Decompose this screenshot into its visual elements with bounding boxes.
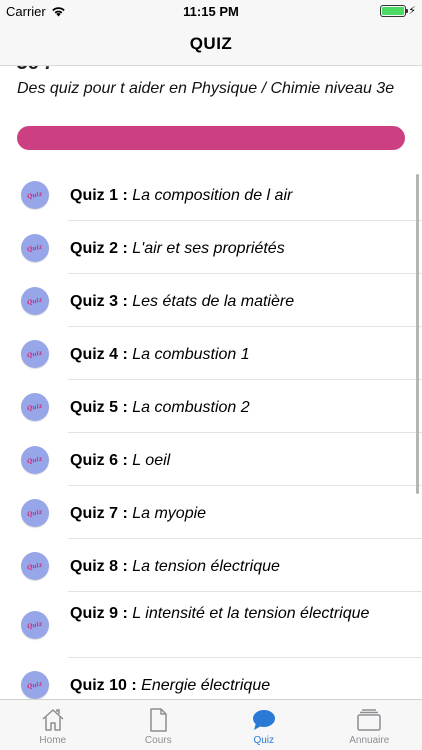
quiz-badge-icon: Quiz — [21, 671, 49, 699]
badge-label: Quiz — [26, 189, 44, 201]
quiz-number: Quiz 7 : — [70, 505, 128, 522]
quiz-badge-icon: Quiz — [21, 611, 49, 639]
tab-label: Quiz — [253, 735, 275, 746]
badge-label: Quiz — [26, 242, 44, 254]
quiz-number: Quiz 5 : — [70, 399, 128, 416]
tab-label: Home — [39, 735, 67, 746]
home-icon — [42, 709, 64, 731]
page-title: QUIZ — [189, 33, 233, 53]
quiz-row-1[interactable]: Quiz Quiz 1 : La composition de l air — [0, 168, 422, 221]
quiz-row-2[interactable]: Quiz Quiz 2 : L'air et ses propriétés — [0, 221, 422, 274]
quiz-number: Quiz 9 : — [70, 605, 128, 622]
quiz-title: Les états de la matière — [132, 293, 295, 310]
quiz-badge-icon: Quiz — [21, 499, 49, 527]
quiz-row-text: Quiz 7 : La myopie — [70, 503, 410, 524]
quiz-row-text: Quiz 10 : Energie électrique — [70, 675, 410, 696]
navigation-bar: QUIZ — [0, 22, 422, 66]
scroll-indicator[interactable] — [416, 174, 419, 494]
quiz-title: La combustion 1 — [132, 346, 250, 363]
status-time: 11:15 PM — [183, 4, 239, 19]
quiz-row-text: Quiz 2 : L'air et ses propriétés — [70, 238, 410, 259]
chat-bubble-icon — [252, 710, 275, 730]
quiz-title: Energie électrique — [141, 677, 271, 694]
quiz-badge-icon: Quiz — [21, 234, 49, 262]
quiz-row-text: Quiz 3 : Les états de la matière — [70, 291, 410, 312]
status-bar: Carrier 11:15 PM ⚡ — [0, 0, 422, 22]
badge-label: Quiz — [26, 619, 44, 631]
tab-cours[interactable]: Cours — [106, 700, 212, 750]
badge-label: Quiz — [26, 348, 44, 360]
quiz-row-text: Quiz 6 : L oeil — [70, 450, 410, 471]
document-icon — [150, 708, 167, 732]
badge-label: Quiz — [26, 401, 44, 413]
stack-icon — [357, 709, 381, 731]
quiz-title: La myopie — [132, 505, 207, 522]
badge-label: Quiz — [26, 507, 44, 519]
quiz-row-3[interactable]: Quiz Quiz 3 : Les états de la matière — [0, 274, 422, 327]
tab-label: Cours — [144, 735, 172, 746]
section-title: 3e : — [17, 66, 51, 75]
quiz-row-4[interactable]: Quiz Quiz 4 : La combustion 1 — [0, 327, 422, 380]
quiz-number: Quiz 3 : — [70, 293, 128, 310]
quiz-list-view[interactable]: 3e : Des quiz pour t aider en Physique /… — [0, 66, 422, 699]
badge-label: Quiz — [26, 679, 44, 691]
quiz-badge-icon: Quiz — [21, 181, 49, 209]
quiz-row-text: Quiz 4 : La combustion 1 — [70, 344, 410, 365]
tab-quiz[interactable]: Quiz — [211, 700, 317, 750]
quiz-title: L oeil — [132, 452, 171, 469]
quiz-badge-icon: Quiz — [21, 393, 49, 421]
progress-bar — [17, 126, 405, 150]
quiz-row-8[interactable]: Quiz Quiz 8 : La tension électrique — [0, 539, 422, 592]
battery-level — [382, 6, 405, 15]
battery-icon — [380, 4, 409, 17]
tab-annuaire[interactable]: Annuaire — [317, 700, 422, 750]
quiz-badge-icon: Quiz — [21, 446, 49, 474]
badge-label: Quiz — [26, 454, 44, 466]
quiz-number: Quiz 1 : — [70, 187, 128, 204]
section-subtitle: Des quiz pour t aider en Physique / Chim… — [17, 80, 395, 97]
quiz-row-text: Quiz 5 : La combustion 2 — [70, 397, 410, 418]
quiz-row-text: Quiz 1 : La composition de l air — [70, 185, 410, 206]
quiz-row-6[interactable]: Quiz Quiz 6 : L oeil — [0, 433, 422, 486]
charging-bolt-icon: ⚡ — [408, 5, 416, 17]
quiz-badge-icon: Quiz — [21, 287, 49, 315]
quiz-row-text: Quiz 9 : L intensité et la tension élect… — [70, 603, 410, 624]
quiz-title: La tension électrique — [132, 558, 280, 575]
quiz-badge-icon: Quiz — [21, 552, 49, 580]
quiz-row-9[interactable]: Quiz Quiz 9 : L intensité et la tension … — [0, 592, 422, 658]
tab-label: Annuaire — [349, 735, 390, 746]
quiz-row-text: Quiz 8 : La tension électrique — [70, 556, 410, 577]
quiz-number: Quiz 8 : — [70, 558, 128, 575]
quiz-badge-icon: Quiz — [21, 340, 49, 368]
quiz-list: Quiz Quiz 1 : La composition de l air Qu… — [0, 168, 422, 699]
quiz-title: La combustion 2 — [132, 399, 250, 416]
quiz-number: Quiz 2 : — [70, 240, 128, 257]
quiz-number: Quiz 6 : — [70, 452, 128, 469]
tab-home[interactable]: Home — [0, 700, 106, 750]
quiz-title: La composition de l air — [132, 187, 293, 204]
quiz-title: L'air et ses propriétés — [132, 240, 285, 257]
quiz-row-5[interactable]: Quiz Quiz 5 : La combustion 2 — [0, 380, 422, 433]
quiz-title: L intensité et la tension électrique — [132, 605, 370, 622]
quiz-row-10[interactable]: Quiz Quiz 10 : Energie électrique — [0, 658, 422, 699]
battery-group: ⚡ — [380, 4, 416, 17]
badge-label: Quiz — [26, 295, 44, 307]
quiz-number: Quiz 10 : — [70, 677, 137, 694]
badge-label: Quiz — [26, 560, 44, 572]
quiz-number: Quiz 4 : — [70, 346, 128, 363]
quiz-row-7[interactable]: Quiz Quiz 7 : La myopie — [0, 486, 422, 539]
tab-bar: Home Cours Quiz Annuaire — [0, 699, 422, 750]
